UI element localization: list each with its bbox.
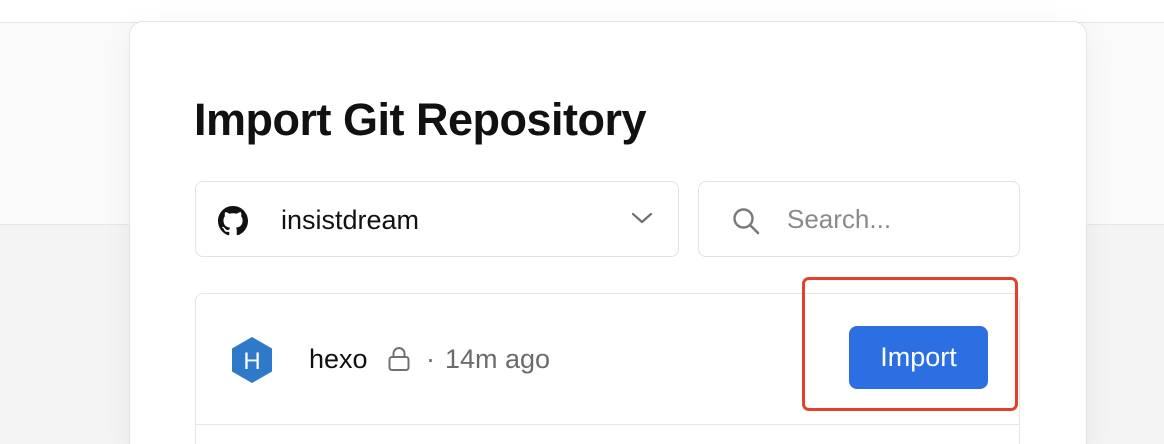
repository-separator: · xyxy=(426,344,435,374)
repository-list: H hexo · 14m ago Import xyxy=(195,293,1020,444)
hexo-icon-letter: H xyxy=(243,348,260,375)
hexo-icon: H xyxy=(232,337,272,383)
search-icon xyxy=(733,208,760,235)
github-icon xyxy=(218,206,248,236)
import-button[interactable]: Import xyxy=(849,326,988,389)
search-input[interactable] xyxy=(787,200,997,238)
repository-name: hexo xyxy=(309,344,368,374)
repository-row: H hexo · 14m ago Import xyxy=(196,294,1019,425)
lock-icon xyxy=(388,347,410,371)
page-header-strip xyxy=(0,0,1164,23)
page-title: Import Git Repository xyxy=(194,94,647,145)
repository-updated-time: 14m ago xyxy=(445,344,551,374)
chevron-down-icon xyxy=(631,212,653,224)
search-box xyxy=(698,181,1020,257)
account-name: insistdream xyxy=(281,205,420,235)
account-selector[interactable]: insistdream xyxy=(195,181,679,257)
